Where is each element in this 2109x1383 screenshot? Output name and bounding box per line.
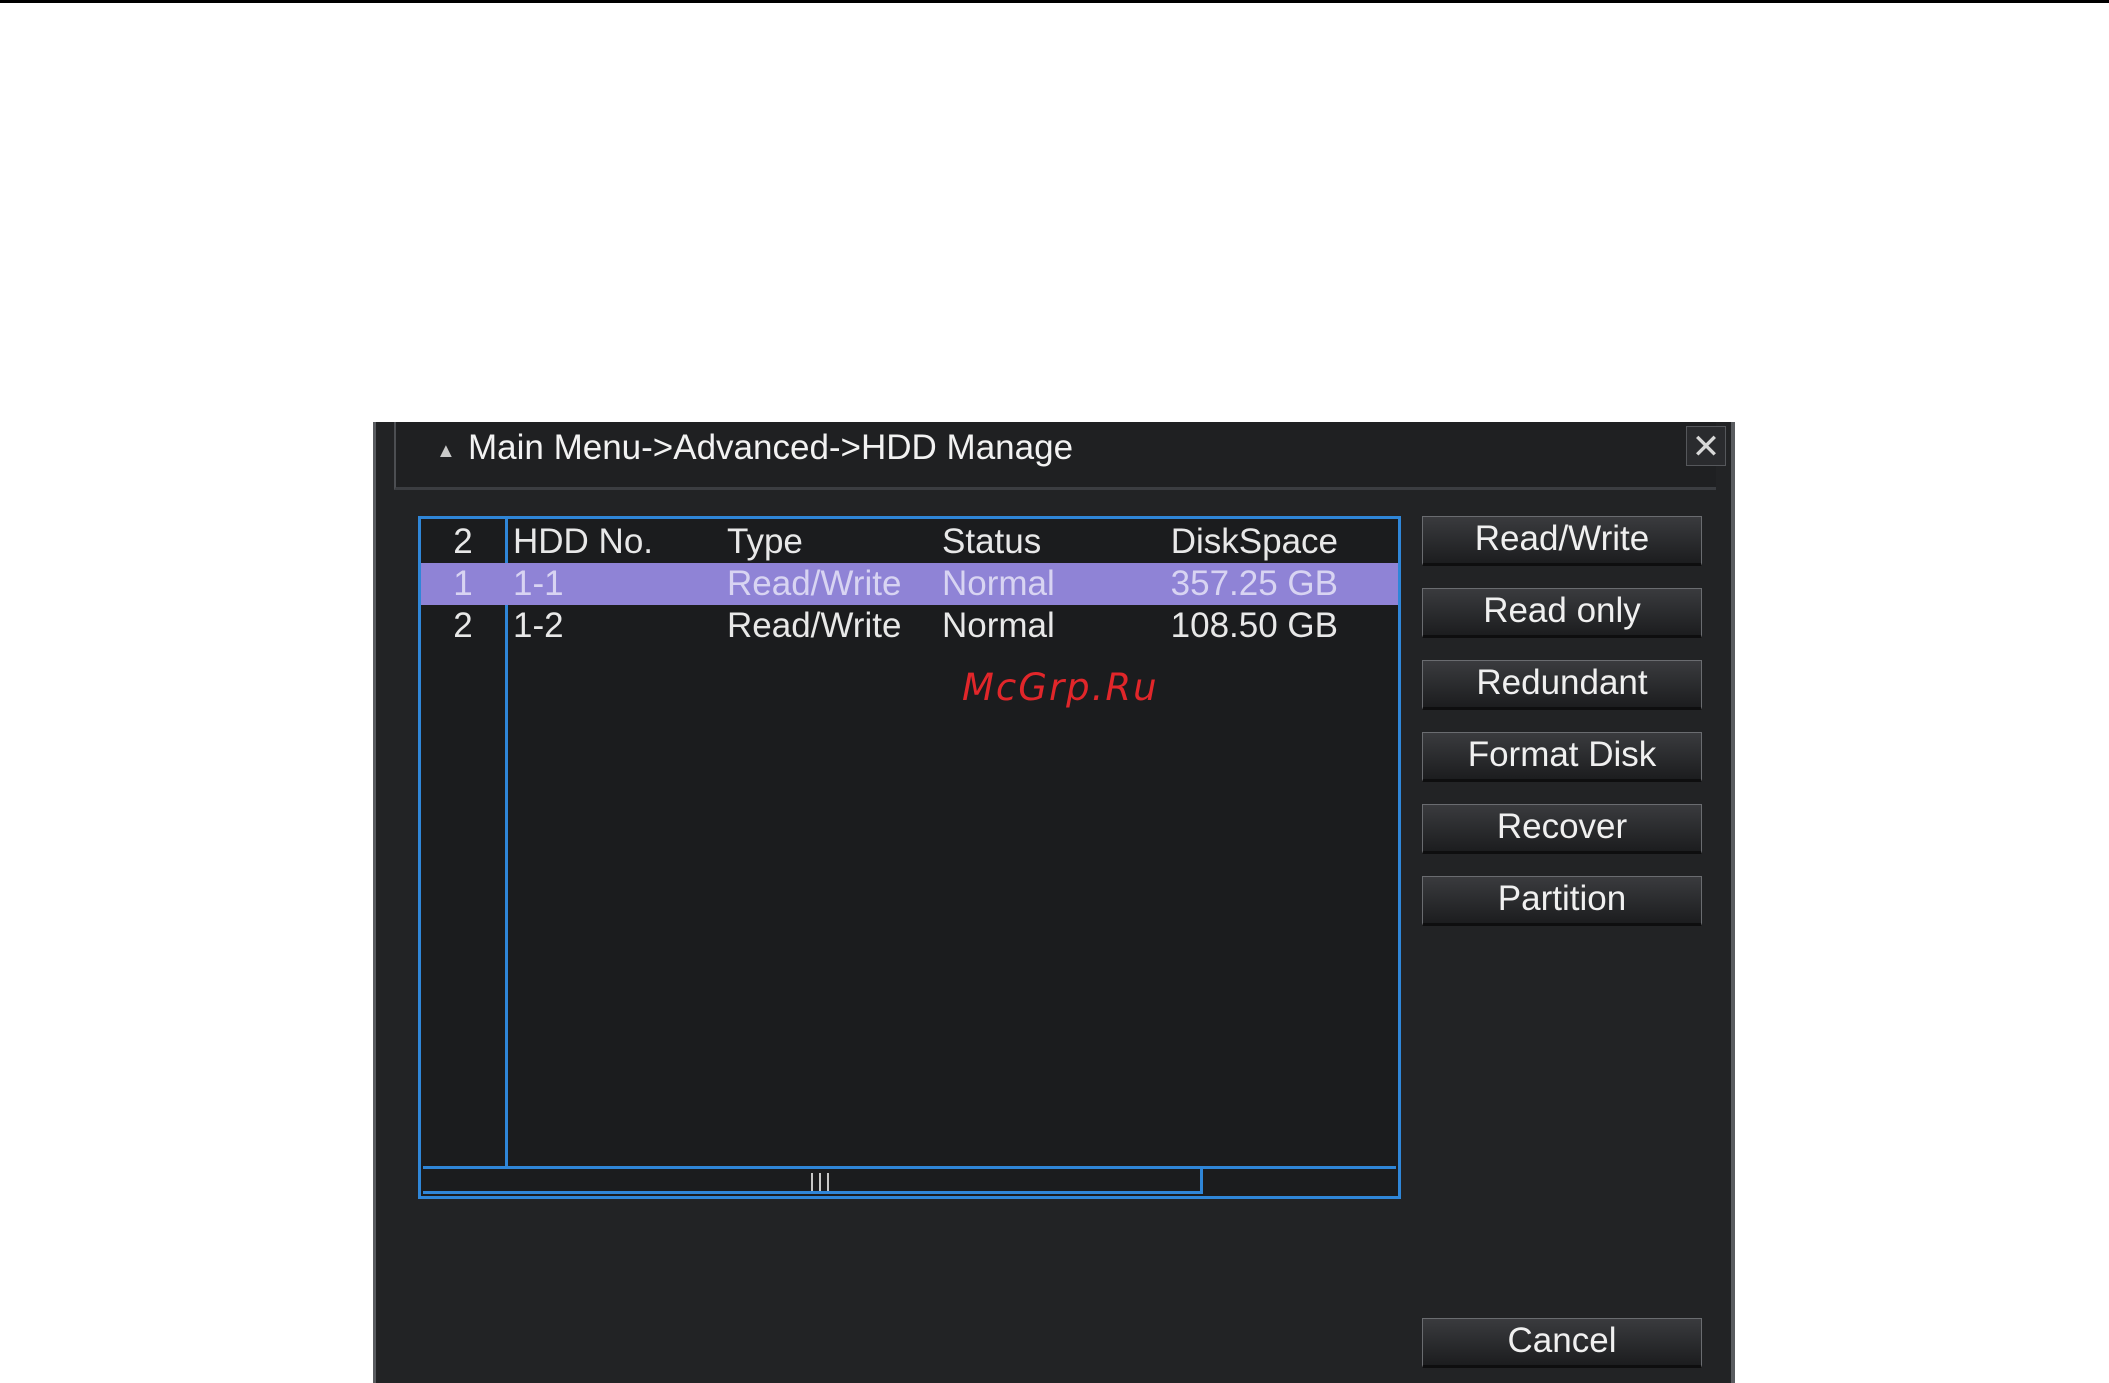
header-hdd-no: HDD No. [513,522,654,561]
breadcrumb: Main Menu->Advanced->HDD Manage [468,428,1074,467]
row-index: 2 [453,606,473,645]
hdd-icon: ▲ [436,440,456,462]
hdd-table: 2 HDD No. Type Status DiskSpace 1 1-1 Re… [418,516,1401,1199]
row-disk-space: 357.25 GB [1170,564,1338,603]
title-bar: ▲ Main Menu->Advanced->HDD Manage ✕ [394,422,1726,490]
horizontal-scrollbar[interactable] [423,1166,1396,1194]
scrollbar-thumb[interactable] [423,1169,1203,1194]
table-row[interactable]: 1 1-1 Read/Write Normal 357.25 GB [421,563,1398,605]
table-header: 2 HDD No. Type Status DiskSpace [421,521,1398,563]
header-disk-space: DiskSpace [1170,522,1338,561]
page-top-rule [0,0,2109,3]
row-type: Read/Write [727,606,902,645]
row-disk-space: 108.50 GB [1170,606,1338,645]
header-status: Status [942,522,1042,561]
format-disk-button[interactable]: Format Disk [1422,732,1702,782]
row-hdd-no: 1-1 [513,564,564,603]
recover-button[interactable]: Recover [1422,804,1702,854]
header-count: 2 [453,522,473,561]
row-index: 1 [453,564,473,603]
partition-button[interactable]: Partition [1422,876,1702,926]
table-row[interactable]: 2 1-2 Read/Write Normal 108.50 GB [421,605,1398,647]
header-type: Type [727,522,803,561]
row-status: Normal [942,606,1055,645]
cancel-button[interactable]: Cancel [1422,1318,1702,1368]
row-hdd-no: 1-2 [513,606,564,645]
redundant-button[interactable]: Redundant [1422,660,1702,710]
close-icon[interactable]: ✕ [1686,426,1726,466]
grip-icon [811,1173,829,1191]
watermark: McGrp.Ru [962,666,1159,709]
hdd-manage-window: ▲ Main Menu->Advanced->HDD Manage ✕ 2 HD… [373,422,1735,1383]
row-status: Normal [942,564,1055,603]
read-only-button[interactable]: Read only [1422,588,1702,638]
read-write-button[interactable]: Read/Write [1422,516,1702,566]
row-type: Read/Write [727,564,902,603]
